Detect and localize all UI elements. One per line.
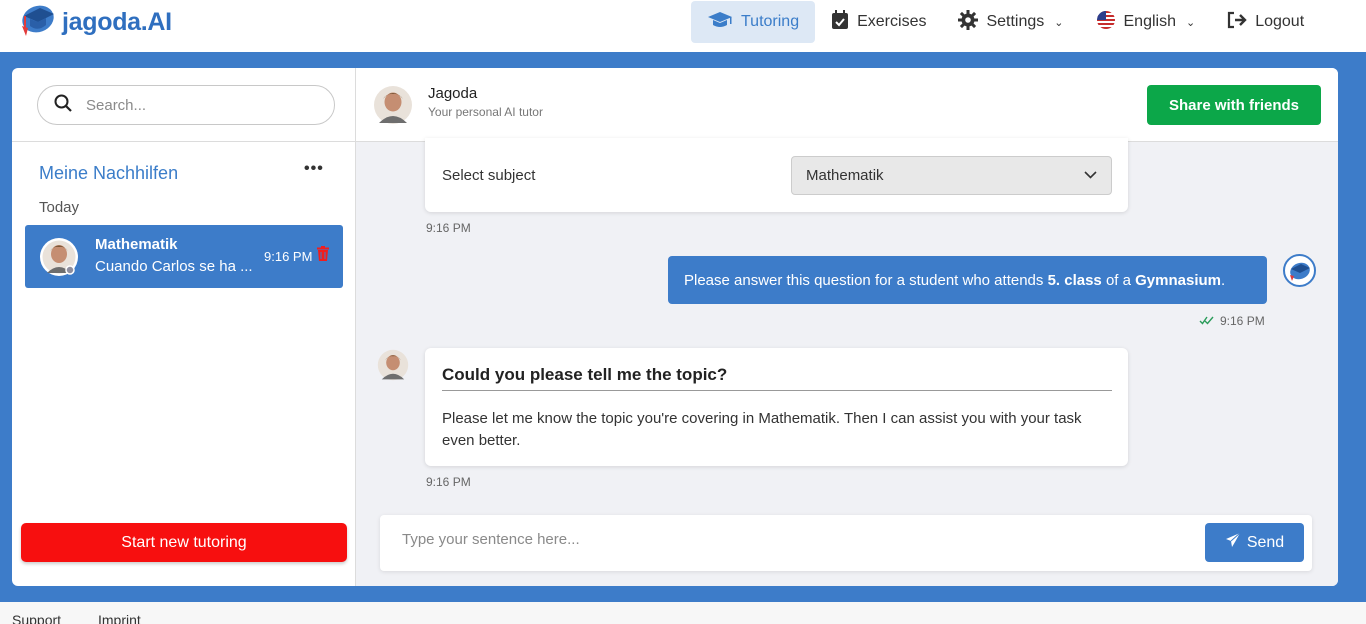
start-new-tutoring-button[interactable]: Start new tutoring [21,523,347,562]
nav-settings-label: Settings [986,13,1045,30]
tutor-avatar [373,85,413,130]
more-options-icon[interactable]: ••• [304,160,324,178]
subject-selector-card: Select subject Mathematik [425,138,1128,212]
bot-answer: Please let me know the topic you're cove… [442,410,1082,449]
message-time: 9:16 PM [426,475,471,489]
search-icon [54,94,72,117]
chat-header: Jagoda Your personal AI tutor Share with… [356,68,1338,142]
nav-tutoring[interactable]: Tutoring [691,1,816,43]
tutor-name: Jagoda [428,85,478,102]
nav-tutoring-label: Tutoring [741,13,800,30]
message-status: 9:16 PM [1199,314,1265,328]
paper-plane-icon [1225,532,1241,553]
subject-label: Select subject [442,167,536,184]
tutor-avatar [377,349,409,386]
bot-question: Could you please tell me the topic? [442,365,728,384]
graduation-cap-logo-icon [18,2,58,43]
chat-main: Jagoda Your personal AI tutor Share with… [356,68,1338,586]
chevron-down-icon [1084,168,1097,186]
send-button[interactable]: Send [1205,523,1304,562]
search-area [12,68,355,142]
calendar-check-icon [831,9,849,35]
chevron-down-icon: ⌄ [1185,16,1196,29]
gear-icon [958,9,979,35]
chat-list-item[interactable]: Mathematik Cuando Carlos se ha ... 9:16 … [25,225,343,288]
chat-messages: Select subject Mathematik 9:16 PM Please… [356,138,1338,586]
subject-value: Mathematik [806,167,884,184]
user-avatar [1283,254,1316,287]
double-check-icon [1199,314,1215,328]
message-composer: Send [380,515,1312,571]
graduation-cap-icon [707,11,733,34]
tutor-subtitle: Your personal AI tutor [428,105,543,119]
nav-logout[interactable]: Logout [1211,1,1320,43]
top-navbar: jagoda.AI Tutoring Exercises Settings ⌄ [0,0,1366,52]
footer: Support Imprint [0,602,1366,624]
chat-title: Mathematik [95,236,178,253]
chat-time: 9:16 PM [264,249,313,264]
search-input[interactable] [86,96,306,114]
share-with-friends-button[interactable]: Share with friends [1147,85,1321,125]
message-time: 9:16 PM [1220,314,1265,328]
user-message: Please answer this question for a studen… [668,256,1267,304]
group-label-today: Today [39,199,80,216]
nav-logout-label: Logout [1255,13,1305,30]
nav-language-label: English [1123,13,1176,30]
logout-icon [1227,11,1247,34]
logo[interactable]: jagoda.AI [18,2,172,43]
support-link[interactable]: Support [12,612,61,624]
message-input[interactable] [402,531,1182,548]
trash-icon[interactable] [317,246,329,266]
user-message-text: Please answer this question for a studen… [684,271,1226,289]
tutoring-panel: Meine Nachhilfen ••• Today Mathematik Cu… [12,68,1338,586]
chevron-down-icon: ⌄ [1054,16,1064,29]
send-label: Send [1246,533,1285,551]
sidebar: Meine Nachhilfen ••• Today Mathematik Cu… [12,68,356,586]
avatar [39,237,79,282]
us-flag-icon [1096,10,1116,35]
brand-name: jagoda.AI [62,8,172,36]
subject-select[interactable]: Mathematik [791,156,1112,195]
nav-settings[interactable]: Settings ⌄ [942,1,1079,43]
divider [442,390,1112,391]
nav-exercises[interactable]: Exercises [815,1,942,43]
chat-preview: Cuando Carlos se ha ... [95,258,253,275]
message-time: 9:16 PM [426,221,471,235]
nav-exercises-label: Exercises [857,13,927,30]
nav-language[interactable]: English ⌄ [1080,1,1212,43]
imprint-link[interactable]: Imprint [98,612,141,624]
section-title: Meine Nachhilfen [39,163,179,183]
search-box[interactable] [37,85,335,125]
bot-message: Could you please tell me the topic? Plea… [425,348,1128,466]
